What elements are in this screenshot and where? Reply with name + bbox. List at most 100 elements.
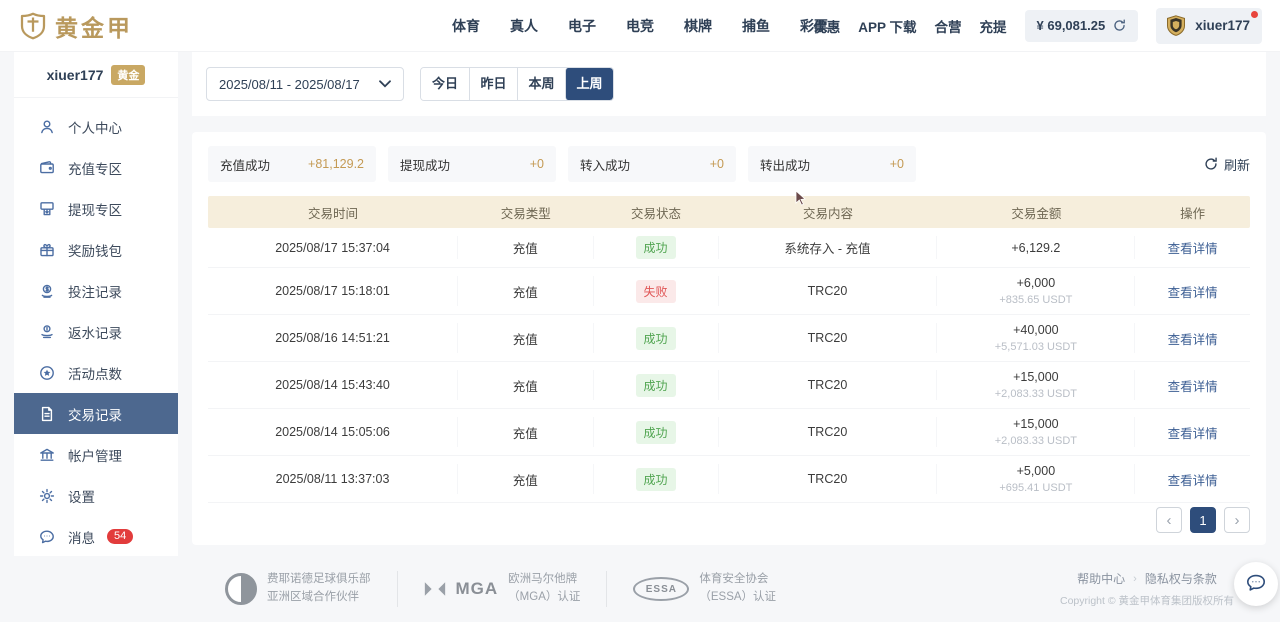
page-1-button[interactable]: 1 [1190, 507, 1216, 533]
sidebar-item-label: 活动点数 [68, 363, 122, 383]
nav-lottery[interactable]: 彩票 [800, 16, 828, 36]
site-logo[interactable]: 黄金甲 [18, 9, 133, 43]
next-page-button[interactable]: › [1224, 507, 1250, 533]
mga-logo-text: MGA [456, 579, 499, 599]
partner-text: 体育安全协会 [699, 571, 776, 589]
refresh-icon [1204, 157, 1218, 171]
sidebar-item-bet-records[interactable]: 投注记录 [14, 270, 178, 311]
sidebar-item-label: 充值专区 [68, 158, 122, 178]
sidebar-item-withdraw[interactable]: 提现专区 [14, 188, 178, 229]
cell-type: 充值 [458, 370, 593, 400]
footer-right: 帮助中心 › 隐私权与条款 Copyright © 黄金甲体育集团版权所有 [1060, 570, 1234, 608]
wallet-icon [38, 159, 56, 177]
notification-dot [1251, 11, 1258, 18]
transactions-table: 交易时间 交易类型 交易状态 交易内容 交易金额 操作 2025/08/17 1… [208, 196, 1250, 503]
sidebar-item-label: 提现专区 [68, 199, 122, 219]
tab-yesterday[interactable]: 昨日 [469, 68, 517, 100]
user-icon [38, 118, 56, 136]
balance-amount: ¥ 69,081.25 [1037, 18, 1106, 33]
partner-text: （ESSA）认证 [699, 589, 776, 607]
sidebar-item-label: 设置 [68, 486, 95, 506]
sidebar-item-settings[interactable]: 设置 [14, 475, 178, 516]
col-type: 交易类型 [458, 203, 593, 222]
tab-last-week[interactable]: 上周 [565, 68, 613, 100]
gear-icon [38, 487, 56, 505]
refresh-button[interactable]: 刷新 [1204, 155, 1250, 174]
view-details-link[interactable]: 查看详情 [1168, 470, 1218, 489]
view-details-link[interactable]: 查看详情 [1168, 282, 1218, 301]
tab-today[interactable]: 今日 [421, 68, 469, 100]
cell-action: 查看详情 [1135, 236, 1250, 259]
help-center-link[interactable]: 帮助中心 [1077, 570, 1125, 587]
link-app-download[interactable]: APP 下载 [858, 16, 916, 36]
partner-mga: MGA 欧洲马尔他牌 （MGA）认证 [398, 571, 608, 607]
table-header: 交易时间 交易类型 交易状态 交易内容 交易金额 操作 [208, 196, 1250, 228]
cell-status: 成功 [594, 236, 719, 259]
cell-amount: +5,000 +695.41 USDT [937, 464, 1135, 494]
table-row: 2025/08/17 15:37:04 充值 成功 系统存入 - 充值 +6,1… [208, 228, 1250, 268]
col-amount: 交易金额 [937, 203, 1135, 222]
date-range-picker[interactable]: 2025/08/11 - 2025/08/17 [206, 67, 404, 101]
nav-cards[interactable]: 棋牌 [684, 16, 712, 36]
document-icon [38, 405, 56, 423]
sidebar-item-messages[interactable]: 消息 54 [14, 516, 178, 557]
chevron-down-icon [379, 80, 391, 88]
cell-content: TRC20 [719, 464, 938, 494]
cell-time: 2025/08/17 15:18:01 [208, 276, 458, 306]
sidebar-item-transaction-records[interactable]: 交易记录 [14, 393, 178, 434]
summary-label: 转出成功 [760, 155, 810, 174]
cell-time: 2025/08/11 13:37:03 [208, 464, 458, 494]
rebate-icon [38, 323, 56, 341]
prev-page-button[interactable]: ‹ [1156, 507, 1182, 533]
cell-content: TRC20 [719, 323, 938, 353]
user-menu[interactable]: xiuer177 [1156, 8, 1262, 44]
view-details-link[interactable]: 查看详情 [1168, 376, 1218, 395]
view-details-link[interactable]: 查看详情 [1168, 238, 1218, 257]
footer: 费耶诺德足球俱乐部 亚洲区域合作伙伴 MGA 欧洲马尔他牌 （MGA）认证 ES… [0, 556, 1280, 622]
sidebar-item-deposit[interactable]: 充值专区 [14, 147, 178, 188]
refresh-balance-icon[interactable] [1113, 19, 1126, 32]
cell-type: 充值 [458, 417, 593, 447]
privacy-terms-link[interactable]: 隐私权与条款 [1145, 570, 1217, 587]
sidebar-menu: 个人中心 充值专区 提现专区 奖励钱包 投注记录 返水记录 活动点数 交易记录 [14, 98, 178, 557]
sidebar-item-rebate-records[interactable]: 返水记录 [14, 311, 178, 352]
header-right: 优惠 APP 下载 合营 充提 ¥ 69,081.25 xiuer177 [813, 8, 1262, 44]
partner-text: 费耶诺德足球俱乐部 [267, 571, 371, 589]
nav-live[interactable]: 真人 [510, 16, 538, 36]
cell-content: TRC20 [719, 276, 938, 306]
view-details-link[interactable]: 查看详情 [1168, 423, 1218, 442]
link-deposit-withdraw[interactable]: 充提 [980, 16, 1007, 36]
sidebar-item-account-management[interactable]: 帐户管理 [14, 434, 178, 475]
amount-usdt-sub: +695.41 USDT [999, 482, 1072, 494]
amount-usdt-sub: +2,083.33 USDT [995, 388, 1077, 400]
nav-slots[interactable]: 电子 [568, 16, 596, 36]
col-status: 交易状态 [594, 203, 719, 222]
top-bar: 黄金甲 体育 真人 电子 电竞 棋牌 捕鱼 彩票 优惠 APP 下载 合营 充提… [0, 0, 1280, 52]
view-details-link[interactable]: 查看详情 [1168, 329, 1218, 348]
sidebar-item-activity-points[interactable]: 活动点数 [14, 352, 178, 393]
table-row: 2025/08/16 14:51:21 充值 成功 TRC20 +40,000 … [208, 315, 1250, 362]
nav-sports[interactable]: 体育 [452, 16, 480, 36]
partner-text: 欧洲马尔他牌 [508, 571, 580, 589]
cell-time: 2025/08/16 14:51:21 [208, 323, 458, 353]
cell-action: 查看详情 [1135, 323, 1250, 353]
sidebar-item-personal-center[interactable]: 个人中心 [14, 106, 178, 147]
summary-value: +0 [890, 157, 904, 171]
link-affiliate[interactable]: 合营 [935, 16, 962, 36]
cell-status: 失败 [594, 276, 719, 306]
essa-logo-icon: ESSA [633, 577, 689, 601]
nav-esports[interactable]: 电竞 [626, 16, 654, 36]
logo-shield-icon [18, 11, 48, 41]
sidebar-item-reward-wallet[interactable]: 奖励钱包 [14, 229, 178, 270]
sidebar: xiuer177 黄金 个人中心 充值专区 提现专区 奖励钱包 投注记录 返水记… [14, 52, 178, 556]
customer-service-chat-button[interactable] [1234, 562, 1278, 606]
main-nav: 体育 真人 电子 电竞 棋牌 捕鱼 彩票 [452, 16, 828, 36]
table-row: 2025/08/17 15:18:01 充值 失败 TRC20 +6,000 +… [208, 268, 1250, 315]
tab-this-week[interactable]: 本周 [517, 68, 565, 100]
nav-fishing[interactable]: 捕鱼 [742, 16, 770, 36]
summary-card-transfer-in-success: 转入成功 +0 [568, 146, 736, 182]
balance-pill[interactable]: ¥ 69,081.25 [1025, 10, 1139, 42]
summary-card-transfer-out-success: 转出成功 +0 [748, 146, 916, 182]
date-quick-tabs: 今日 昨日 本周 上周 [420, 67, 614, 101]
summary-value: +81,129.2 [308, 157, 364, 171]
